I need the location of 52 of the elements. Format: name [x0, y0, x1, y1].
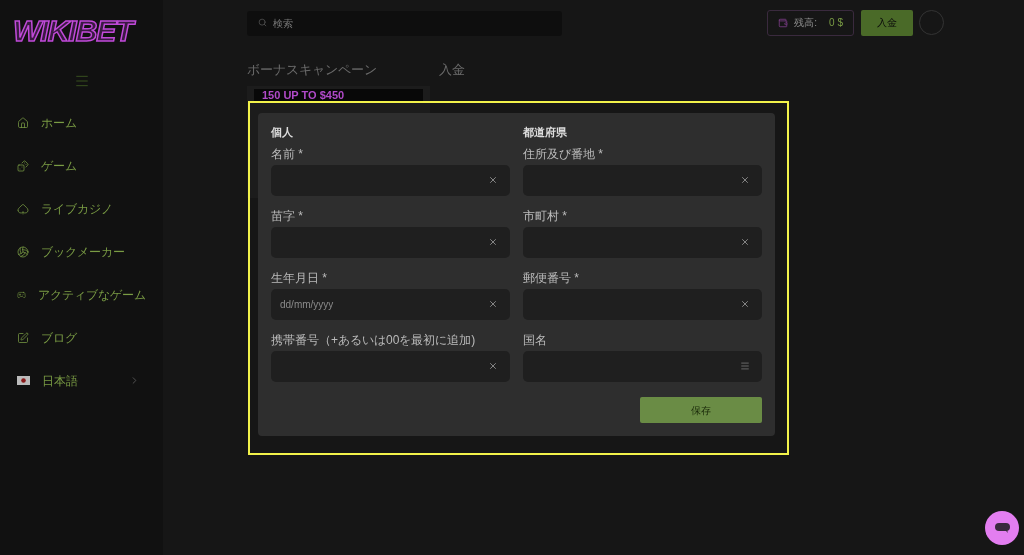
input-field[interactable]: [271, 227, 510, 258]
field-label: 住所及び番地 *: [523, 147, 604, 161]
games-icon: [17, 159, 29, 172]
deposit-button[interactable]: 入金: [861, 9, 913, 36]
clear-icon: [740, 299, 750, 309]
save-button[interactable]: 保存: [640, 397, 762, 423]
menu-icon[interactable]: [73, 73, 90, 89]
input-field[interactable]: [271, 351, 510, 382]
sidebar-item[interactable]: ブックメーカー: [0, 230, 163, 273]
clear-icon: [488, 299, 498, 309]
input-field[interactable]: dd/mm/yyyy: [271, 289, 510, 320]
section-title: ボーナスキャンペーン: [247, 61, 377, 79]
sidebar-item[interactable]: ホーム: [0, 101, 163, 144]
clear-icon: [488, 237, 498, 247]
column-title: 都道府県: [523, 126, 568, 139]
field-label: 名前 *: [271, 147, 304, 161]
clear-icon: [740, 237, 750, 247]
sidebar-item[interactable]: ゲーム: [0, 144, 163, 187]
input-field[interactable]: [523, 227, 762, 258]
column-title: 個人: [271, 126, 294, 139]
flag-icon: [17, 376, 30, 385]
balance-value: 0 $: [829, 16, 843, 30]
blog-icon: [17, 331, 29, 344]
search-icon: [258, 17, 267, 27]
home-icon: [17, 116, 29, 129]
field-label: 郵便番号 *: [523, 271, 580, 285]
sidebar-item[interactable]: アクティブなゲーム: [0, 273, 163, 316]
sports-icon: [17, 245, 29, 258]
list-icon: [740, 361, 750, 371]
balance-box[interactable]: 残高: 0 $: [767, 9, 854, 36]
promo-title: 150 UP TO $450: [262, 90, 345, 101]
country-select[interactable]: [523, 351, 762, 382]
clear-icon: [488, 361, 498, 371]
section-title: 入金: [439, 61, 465, 79]
search-field[interactable]: 検索: [247, 10, 562, 36]
balance-label: 残高:: [794, 16, 818, 30]
clear-icon: [488, 175, 498, 185]
sidebar-item[interactable]: ライブカジノ: [0, 187, 163, 230]
input-field[interactable]: [523, 165, 762, 196]
field-label: 携帯番号（+あるいは00を最初に追加): [271, 333, 477, 347]
wallet-icon: [778, 17, 789, 28]
field-label: 国名: [523, 333, 548, 347]
chat-button[interactable]: [985, 511, 1019, 545]
clear-icon: [740, 175, 750, 185]
sidebar-item[interactable]: ブログ: [0, 316, 163, 359]
field-label: 生年月日 *: [271, 271, 328, 285]
input-field[interactable]: [271, 165, 510, 196]
field-label: 苗字 *: [271, 209, 304, 223]
field-label: 市町村 *: [523, 209, 568, 223]
sidebar-item[interactable]: 日本語: [0, 359, 163, 402]
chat-icon: [994, 522, 1010, 534]
input-field[interactable]: [523, 289, 762, 320]
